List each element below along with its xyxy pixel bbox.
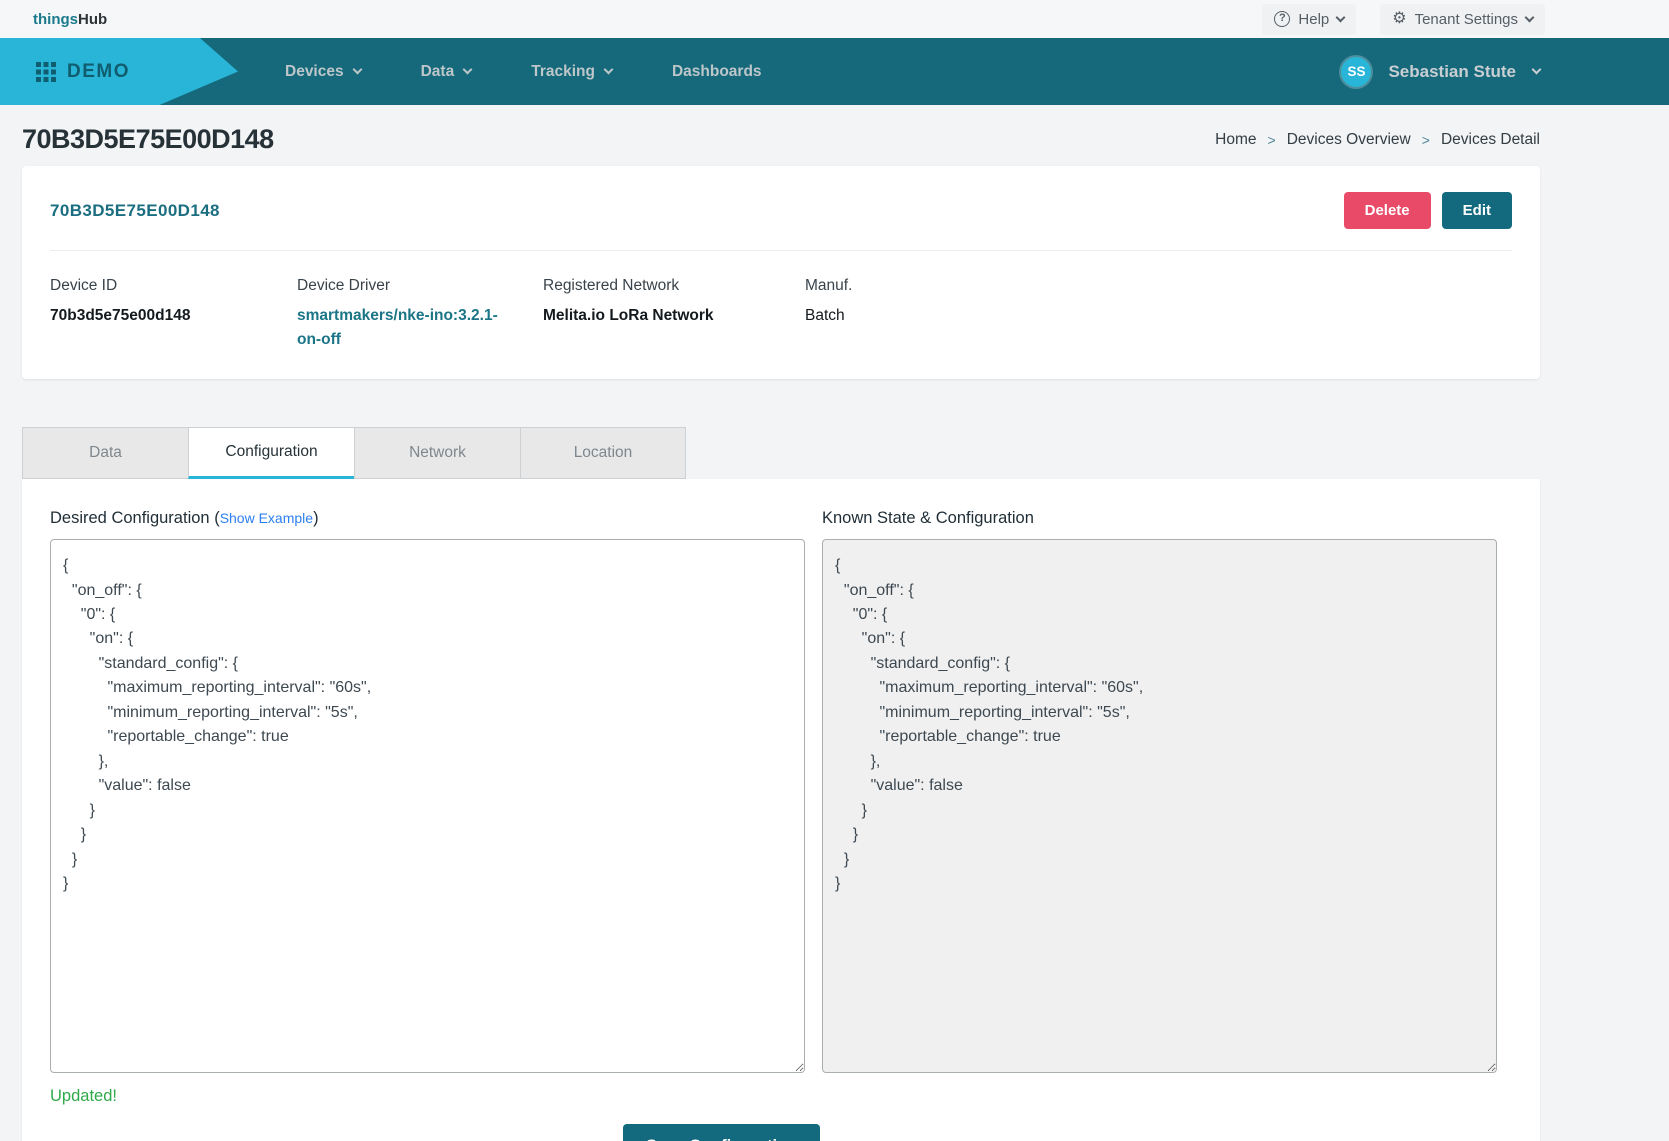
nav-item-data[interactable]: Data	[421, 63, 472, 81]
app-logo[interactable]: thingsHub	[33, 11, 107, 28]
update-status: Updated!	[50, 1087, 805, 1106]
known-config-textarea[interactable]: { "on_off": { "0": { "on": { "standard_c…	[822, 539, 1497, 1073]
logo-hub: Hub	[78, 11, 107, 28]
configuration-panel: Desired Configuration (Show Example) { "…	[22, 479, 1540, 1141]
show-example-link[interactable]: Show Example	[220, 510, 313, 526]
device-card: 70B3D5E75E00D148 Delete Edit Device ID 7…	[22, 166, 1540, 379]
desired-config-label: Desired Configuration (Show Example)	[50, 509, 805, 528]
breadcrumb-home[interactable]: Home	[1215, 131, 1256, 149]
detail-tabs: Data Configuration Network Location	[22, 427, 1669, 479]
chevron-down-icon	[352, 65, 362, 75]
logo-things: things	[33, 11, 78, 28]
field-value: Batch	[805, 304, 852, 328]
chevron-down-icon	[1336, 12, 1346, 22]
tab-configuration[interactable]: Configuration	[188, 427, 354, 479]
desired-config-textarea[interactable]: { "on_off": { "0": { "on": { "standard_c…	[50, 539, 805, 1073]
topbar-right: ? Help ⚙ Tenant Settings	[1262, 4, 1545, 35]
desired-configuration-column: Desired Configuration (Show Example) { "…	[50, 509, 805, 1106]
device-card-header: 70B3D5E75E00D148 Delete Edit	[50, 192, 1512, 229]
nav-item-tracking[interactable]: Tracking	[531, 63, 612, 81]
top-bar: thingsHub ? Help ⚙ Tenant Settings	[0, 0, 1669, 38]
tenant-switcher[interactable]: DEMO	[0, 38, 238, 105]
chevron-down-icon	[463, 65, 473, 75]
breadcrumb-separator: >	[1268, 132, 1276, 148]
nav-item-label: Data	[421, 63, 455, 81]
nav-item-dashboards[interactable]: Dashboards	[672, 63, 762, 81]
tenant-label: DEMO	[67, 61, 130, 83]
tab-network[interactable]: Network	[354, 427, 520, 479]
tenant-settings-menu[interactable]: ⚙ Tenant Settings	[1380, 4, 1545, 35]
field-label: Manuf.	[805, 277, 852, 295]
field-manufacturer: Manuf. Batch	[805, 277, 852, 352]
tenant-settings-label: Tenant Settings	[1415, 11, 1518, 28]
device-fields: Device ID 70b3d5e75e00d148 Device Driver…	[50, 277, 1512, 352]
chevron-down-icon	[604, 65, 614, 75]
known-config-label: Known State & Configuration	[822, 509, 1497, 528]
edit-button[interactable]: Edit	[1442, 192, 1512, 229]
desired-config-title: Desired Configuration	[50, 509, 210, 527]
save-configuration-button[interactable]: Save Configuration	[623, 1124, 820, 1141]
field-label: Device ID	[50, 277, 297, 295]
avatar: SS	[1341, 57, 1371, 87]
help-label: Help	[1298, 11, 1329, 28]
gear-icon: ⚙	[1392, 11, 1406, 27]
paren-close: )	[313, 509, 319, 527]
nav-item-label: Tracking	[531, 63, 595, 81]
user-name: Sebastian Stute	[1388, 62, 1516, 82]
page-title: 70B3D5E75E00D148	[22, 124, 274, 155]
field-registered-network: Registered Network Melita.io LoRa Networ…	[543, 277, 805, 352]
main-navbar: DEMO Devices Data Tracking Dashboards SS…	[0, 38, 1669, 105]
field-device-id: Device ID 70b3d5e75e00d148	[50, 277, 297, 352]
breadcrumb-devices-overview[interactable]: Devices Overview	[1287, 131, 1411, 149]
nav-item-label: Dashboards	[672, 63, 762, 81]
delete-button[interactable]: Delete	[1344, 192, 1431, 229]
grid-icon	[36, 62, 56, 82]
user-menu[interactable]: SS Sebastian Stute	[1341, 57, 1540, 87]
tab-location[interactable]: Location	[520, 427, 686, 479]
card-divider	[50, 250, 1512, 251]
device-driver-link[interactable]: smartmakers/nke-ino:3.2.1-on-off	[297, 304, 509, 352]
field-device-driver: Device Driver smartmakers/nke-ino:3.2.1-…	[297, 277, 543, 352]
tab-data[interactable]: Data	[22, 427, 188, 479]
breadcrumb-separator: >	[1422, 132, 1430, 148]
field-label: Device Driver	[297, 277, 543, 295]
nav-item-label: Devices	[285, 63, 344, 81]
chevron-down-icon	[1532, 65, 1542, 75]
page-header: 70B3D5E75E00D148 Home > Devices Overview…	[0, 105, 1669, 166]
field-value: Melita.io LoRa Network	[543, 304, 805, 328]
breadcrumb: Home > Devices Overview > Devices Detail	[1215, 131, 1540, 149]
chevron-down-icon	[1525, 12, 1535, 22]
breadcrumb-devices-detail: Devices Detail	[1441, 131, 1540, 149]
known-configuration-column: Known State & Configuration { "on_off": …	[822, 509, 1497, 1106]
help-menu[interactable]: ? Help	[1262, 4, 1356, 35]
field-label: Registered Network	[543, 277, 805, 295]
help-icon: ?	[1274, 11, 1290, 27]
field-value: 70b3d5e75e00d148	[50, 304, 297, 328]
nav-items: Devices Data Tracking Dashboards	[285, 63, 762, 81]
device-card-title: 70B3D5E75E00D148	[50, 201, 1344, 221]
nav-item-devices[interactable]: Devices	[285, 63, 361, 81]
